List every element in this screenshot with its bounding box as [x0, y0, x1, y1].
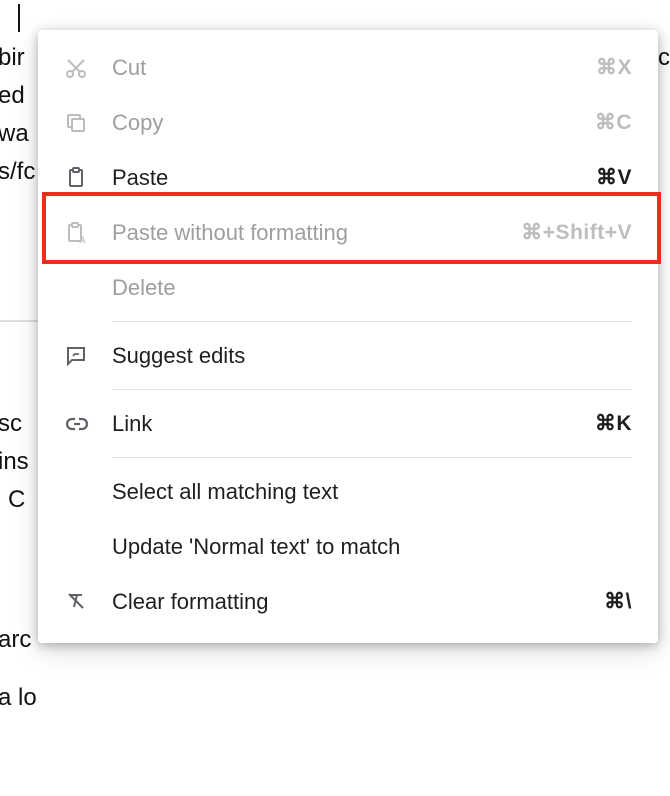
- bg-text: C: [8, 482, 25, 518]
- menu-item-cut[interactable]: Cut ⌘X: [38, 40, 658, 95]
- bg-text: s/fc: [0, 154, 35, 190]
- menu-shortcut: ⌘\: [604, 589, 632, 614]
- menu-item-delete[interactable]: Delete: [38, 260, 658, 315]
- menu-shortcut: ⌘+Shift+V: [521, 220, 632, 245]
- bg-text: ins: [0, 444, 29, 480]
- menu-shortcut: ⌘K: [595, 411, 632, 436]
- menu-shortcut: ⌘X: [596, 55, 632, 80]
- bg-text: c: [658, 40, 670, 76]
- menu-label: Copy: [112, 110, 595, 136]
- menu-item-update-normal-text[interactable]: Update 'Normal text' to match: [38, 519, 658, 574]
- link-icon: [64, 412, 112, 436]
- bg-text: wa: [0, 116, 29, 152]
- menu-label: Select all matching text: [112, 479, 632, 505]
- menu-item-paste-without-formatting[interactable]: A Paste without formatting ⌘+Shift+V: [38, 205, 658, 260]
- bg-text: sc: [0, 406, 22, 442]
- menu-label: Cut: [112, 55, 596, 81]
- menu-shortcut: ⌘V: [596, 165, 632, 190]
- menu-label: Paste: [112, 165, 596, 191]
- menu-item-clear-formatting[interactable]: Clear formatting ⌘\: [38, 574, 658, 629]
- text-cursor: [18, 4, 20, 32]
- paste-without-formatting-icon: A: [64, 221, 112, 245]
- menu-label: Update 'Normal text' to match: [112, 534, 632, 560]
- menu-item-paste[interactable]: Paste ⌘V: [38, 150, 658, 205]
- menu-item-link[interactable]: Link ⌘K: [38, 396, 658, 451]
- menu-item-suggest-edits[interactable]: Suggest edits: [38, 328, 658, 383]
- menu-divider: [112, 457, 632, 458]
- menu-divider: [112, 389, 632, 390]
- menu-item-select-all-matching[interactable]: Select all matching text: [38, 464, 658, 519]
- context-menu: Cut ⌘X Copy ⌘C Paste ⌘V A: [38, 30, 658, 643]
- menu-shortcut: ⌘C: [595, 110, 632, 135]
- menu-label: Delete: [112, 275, 632, 301]
- horizontal-rule: [0, 320, 40, 322]
- copy-icon: [64, 111, 112, 135]
- menu-label: Paste without formatting: [112, 220, 521, 246]
- bg-text: ed: [0, 78, 25, 114]
- svg-text:A: A: [79, 235, 86, 245]
- menu-item-copy[interactable]: Copy ⌘C: [38, 95, 658, 150]
- clear-formatting-icon: [64, 590, 112, 614]
- paste-icon: [64, 166, 112, 190]
- menu-label: Suggest edits: [112, 343, 632, 369]
- menu-label: Link: [112, 411, 595, 437]
- cut-icon: [64, 56, 112, 80]
- bg-text: a lo: [0, 680, 37, 716]
- suggest-edits-icon: [64, 344, 112, 368]
- bg-text: bir: [0, 40, 25, 76]
- menu-label: Clear formatting: [112, 589, 604, 615]
- bg-text: arc: [0, 622, 31, 658]
- menu-divider: [112, 321, 632, 322]
